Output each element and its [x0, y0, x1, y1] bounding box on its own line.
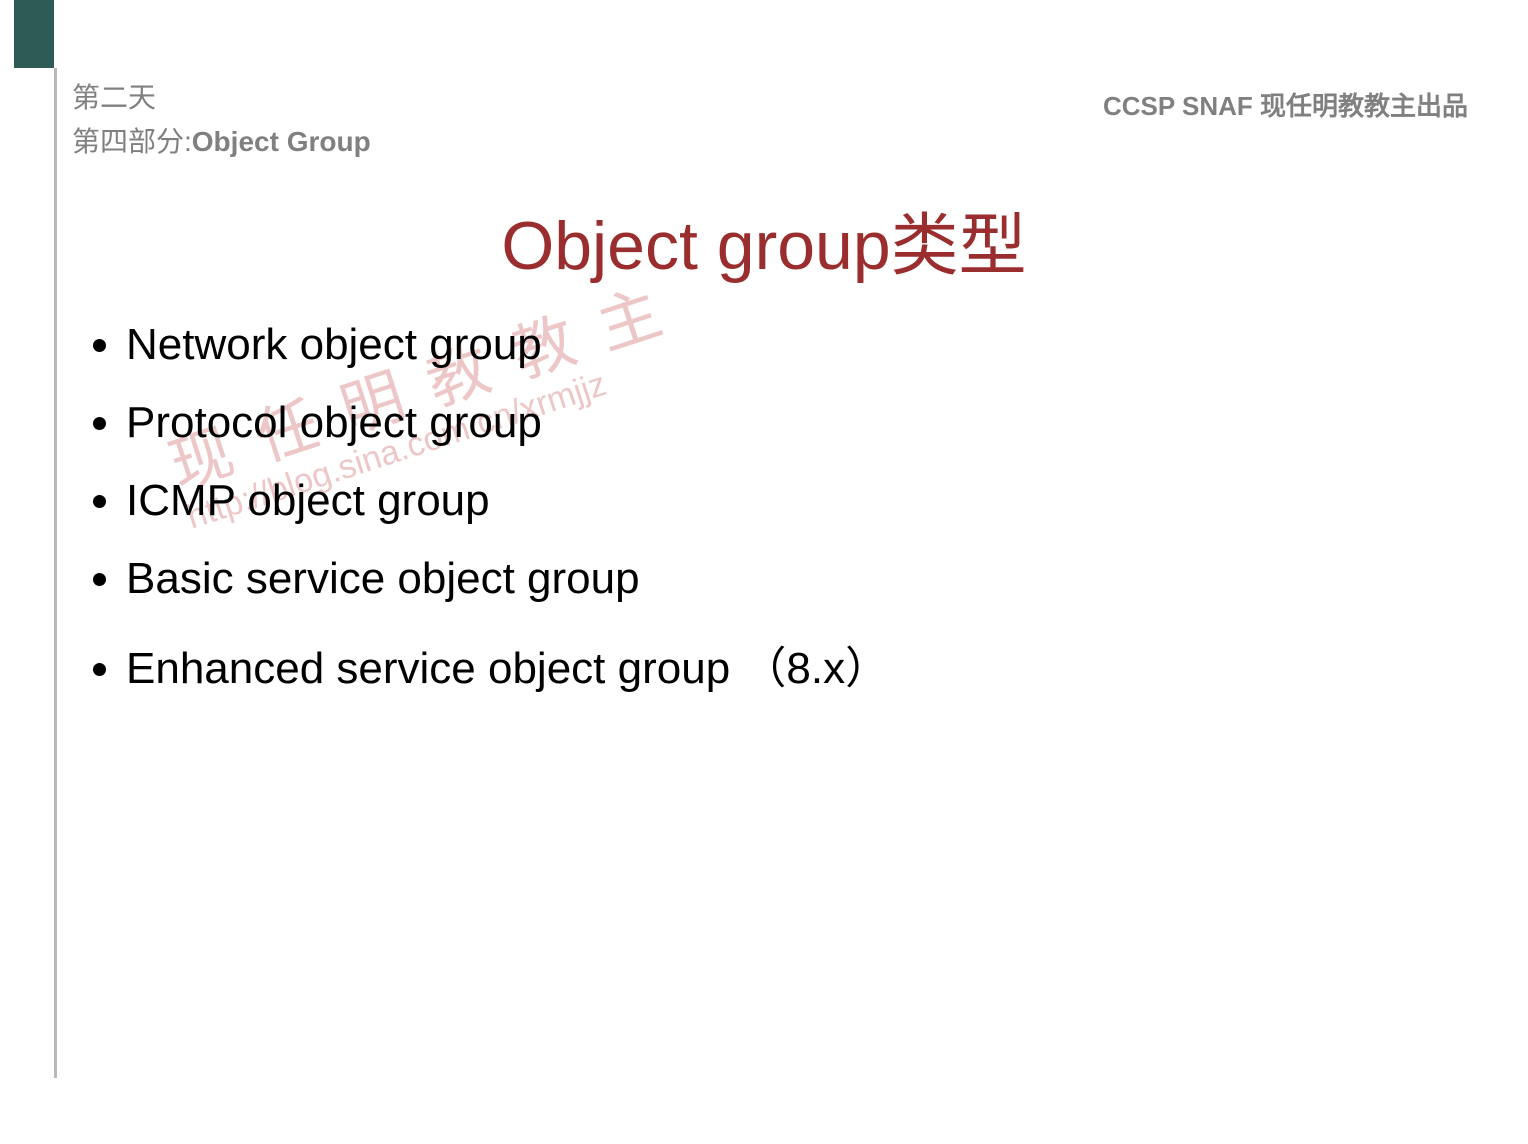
slide-title: Object group类型 [0, 190, 1528, 289]
list-item: Network object group [126, 320, 889, 370]
day-label: 第二天 [72, 76, 371, 116]
course-credit: CCSP SNAF 现任明教教主出品 [1103, 86, 1468, 123]
list-item: Enhanced service object group （8.x） [126, 632, 889, 696]
accent-block [14, 0, 54, 68]
list-item: Basic service object group [126, 554, 889, 604]
section-label: 第四部分:Object Group [72, 120, 371, 160]
list-item: ICMP object group [126, 476, 889, 526]
section-name: Object Group [192, 126, 371, 157]
list-item: Protocol object group [126, 398, 889, 448]
bullet-list: Network object group Protocol object gro… [96, 320, 889, 724]
header-block: 第二天 第四部分:Object Group [72, 76, 371, 160]
section-prefix: 第四部分: [72, 126, 192, 157]
